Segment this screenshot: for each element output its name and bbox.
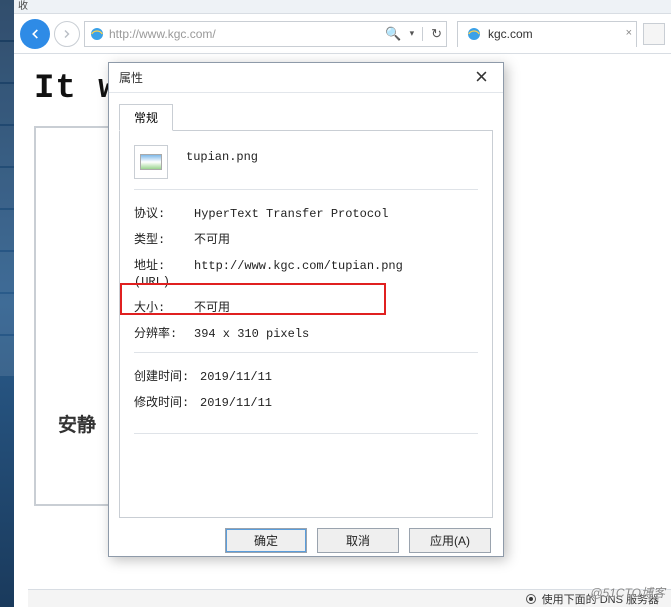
browser-tab[interactable]: kgc.com × <box>457 21 637 47</box>
value-resolution: 394 x 310 pixels <box>194 326 478 342</box>
search-icon[interactable]: 🔍 <box>385 26 401 42</box>
dialog-panel: tupian.png 协议: HyperText Transfer Protoc… <box>119 130 493 518</box>
tab-close-button[interactable]: × <box>626 27 632 39</box>
label-modified: 修改时间: <box>134 395 200 411</box>
ie-logo-icon <box>466 26 482 42</box>
refresh-icon[interactable]: ↻ <box>431 26 442 42</box>
ok-button[interactable]: 确定 <box>225 528 307 553</box>
url-text: http://www.kgc.com/ <box>109 27 381 41</box>
value-protocol: HyperText Transfer Protocol <box>194 206 478 222</box>
label-resolution: 分辨率: <box>134 326 194 342</box>
row-type: 类型: 不可用 <box>134 232 478 248</box>
value-type: 不可用 <box>194 232 478 248</box>
value-size: 不可用 <box>194 300 478 316</box>
label-url: 地址: (URL) <box>134 258 194 290</box>
watermark-text: @51CTO博客 <box>590 584 665 601</box>
close-icon <box>476 71 487 82</box>
label-type: 类型: <box>134 232 194 248</box>
forward-button[interactable] <box>54 21 80 47</box>
dialog-titlebar[interactable]: 属性 <box>109 63 503 93</box>
label-protocol: 协议: <box>134 206 194 222</box>
label-size: 大小: <box>134 300 194 316</box>
row-protocol: 协议: HyperText Transfer Protocol <box>134 206 478 222</box>
tab-general[interactable]: 常规 <box>119 104 173 131</box>
navigation-bar: http://www.kgc.com/ 🔍 ▾ ↻ kgc.com × <box>14 14 671 54</box>
label-url-line2: (URL) <box>134 275 170 289</box>
value-modified: 2019/11/11 <box>200 395 478 411</box>
dialog-button-row: 确定 取消 应用(A) <box>109 518 503 553</box>
arrow-right-icon <box>61 28 73 40</box>
close-button[interactable] <box>470 67 493 88</box>
new-tab-button[interactable] <box>643 23 665 45</box>
dropdown-icon[interactable]: ▾ <box>410 28 415 39</box>
radio-selected-icon <box>526 594 536 604</box>
row-resolution: 分辨率: 394 x 310 pixels <box>134 326 478 342</box>
value-url[interactable]: http://www.kgc.com/tupian.png <box>194 258 478 274</box>
tab-title: kgc.com <box>488 27 533 41</box>
properties-dialog: 属性 常规 tupian.png 协议: HyperText Transfer … <box>108 62 504 557</box>
cancel-button[interactable]: 取消 <box>317 528 399 553</box>
divider <box>134 433 478 434</box>
address-bar[interactable]: http://www.kgc.com/ 🔍 ▾ ↻ <box>84 21 447 47</box>
image-file-icon <box>134 145 168 179</box>
divider <box>134 189 478 190</box>
desktop-taskbar-left <box>0 0 14 607</box>
back-button[interactable] <box>20 19 50 49</box>
value-created: 2019/11/11 <box>200 369 478 385</box>
divider <box>422 27 423 41</box>
ie-logo-icon <box>89 26 105 42</box>
divider <box>134 352 478 353</box>
tab-strip: kgc.com × <box>457 21 665 47</box>
row-size: 大小: 不可用 <box>134 300 478 316</box>
favorites-bar[interactable]: 收 <box>14 0 671 14</box>
file-name-text: tupian.png <box>186 150 258 164</box>
favorites-label: 收 <box>18 1 28 12</box>
dialog-title-text: 属性 <box>119 69 143 86</box>
arrow-left-icon <box>28 27 42 41</box>
address-buttons: 🔍 ▾ ↻ <box>385 26 442 42</box>
status-bar: 使用下面的 DNS 服务器 <box>28 589 671 607</box>
dialog-tabstrip: 常规 <box>109 93 503 130</box>
row-url: 地址: (URL) http://www.kgc.com/tupian.png <box>134 258 478 290</box>
row-created: 创建时间: 2019/11/11 <box>134 369 478 385</box>
row-modified: 修改时间: 2019/11/11 <box>134 395 478 411</box>
label-url-line1: 地址: <box>134 259 165 273</box>
file-header-row: tupian.png <box>134 145 478 179</box>
apply-button[interactable]: 应用(A) <box>409 528 491 553</box>
label-created: 创建时间: <box>134 369 200 385</box>
